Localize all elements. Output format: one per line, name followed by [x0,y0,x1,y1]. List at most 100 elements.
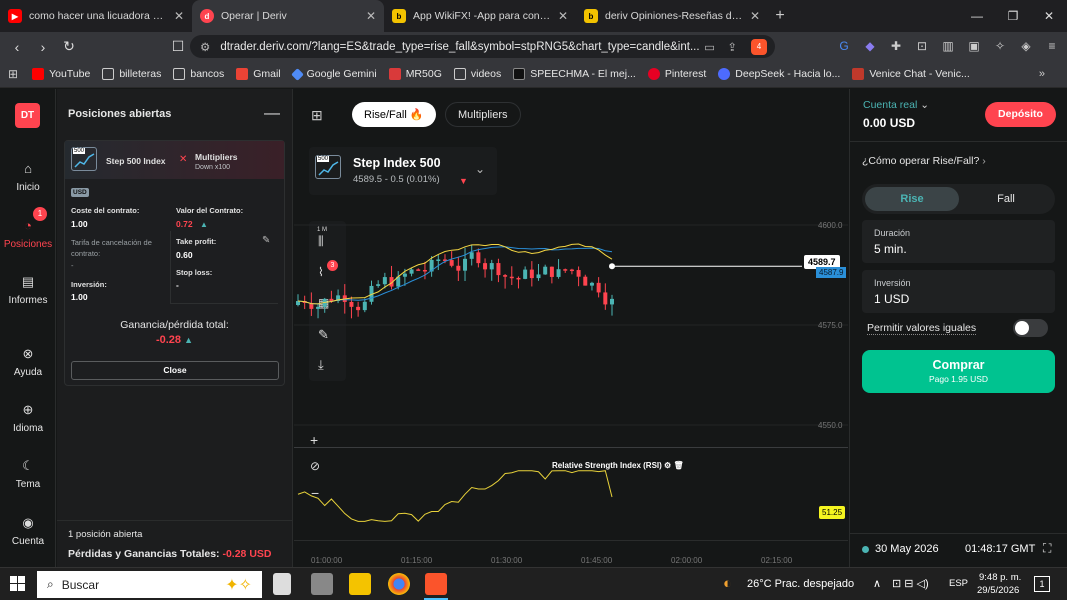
howto-link[interactable]: ¿Cómo operar Rise/Fall? › [862,155,986,167]
close-position-button[interactable]: Close [71,361,279,380]
tray-icons[interactable]: ⊡ ⊟ ◁) [892,577,929,590]
account-switcher[interactable]: Cuenta real ⌄ [863,99,929,111]
browser-tab-2[interactable]: d Operar | Deriv ✕ [192,0,384,32]
bookmark-bancos[interactable]: bancos [173,68,224,80]
clock-time[interactable]: 9:48 p. m. [979,572,1021,583]
forward-icon[interactable]: › [30,39,56,55]
collapse-panel-button[interactable]: — [264,105,280,123]
crosshair-icon[interactable]: ⊘ [310,459,320,473]
duration-field[interactable]: Duración 5 min. [862,220,1055,263]
leo-ai-icon[interactable]: ✧ [991,36,1009,56]
rsi-divider [294,447,848,448]
rsi-delete-icon[interactable]: 🗑 [673,461,683,470]
buy-button[interactable]: Comprar Pago 1.95 USD [862,350,1055,393]
zoom-out-icon[interactable]: − [311,485,319,501]
templates-icon[interactable]: ▦ [318,296,329,310]
nav-label: Idioma [12,423,43,434]
close-tab-icon[interactable]: ✕ [558,9,568,23]
cancel-fee-value: - [71,261,74,270]
browser-tab-3[interactable]: b App WikiFX! -App para consultar la r ✕ [384,0,576,32]
menu-icon[interactable]: ≡ [1043,36,1061,56]
rsi-settings-icon[interactable]: ⚙ [664,461,671,470]
vpn-icon[interactable]: ◈ [1017,36,1035,56]
symbol-selector[interactable]: 500 Step Index 500 4589.5 - 0.5 (0.01%) … [309,147,497,195]
language-indicator[interactable]: ESP [949,578,968,589]
bookmark-label: MR50G [405,68,442,80]
weather-text[interactable]: 26°C Prac. despejado [747,578,854,590]
bookmark-pinterest[interactable]: Pinterest [647,68,706,80]
nav-posiciones[interactable]: ◔ Posiciones 1 [0,207,56,250]
candle-body [436,259,441,261]
nav-ayuda[interactable]: ⊗ Ayuda [0,346,56,378]
apps-grid-icon[interactable]: ⊞ [8,67,18,81]
bookmark-billeteras[interactable]: billeteras [102,68,161,80]
puzzle-icon[interactable]: ✚ [887,36,905,56]
nav-inicio[interactable]: ⌂ Inicio [0,161,56,193]
drawing-tools-icon[interactable]: ✎ [318,327,329,343]
allow-equal-toggle[interactable] [1013,319,1048,337]
bookmark-speechma[interactable]: SPEECHMA - El mej... [513,68,636,80]
more-bookmarks-icon[interactable]: » [1039,68,1045,80]
bookmark-gmail[interactable]: Gmail [236,68,281,80]
clock-date[interactable]: 29/5/2026 [977,585,1019,596]
fall-option[interactable]: Fall [959,187,1053,211]
new-tab-button[interactable]: + [768,7,792,25]
edit-pencil-icon[interactable]: ✎ [262,235,270,246]
calculator-app-icon[interactable] [311,573,333,595]
bookmark-youtube[interactable]: YouTube [32,68,90,80]
close-tab-icon[interactable]: ✕ [750,9,760,23]
zoom-in-icon[interactable]: + [310,432,318,448]
nav-tema[interactable]: ☾ Tema [0,458,56,490]
bookmark-page-icon[interactable]: ☐ [165,38,191,55]
restore-icon[interactable]: ❐ [995,0,1031,32]
nav-informes[interactable]: ▤ Informes [0,274,56,306]
browser-tab-4[interactable]: b deriv Opiniones-Reseñas de Forex Br ✕ [576,0,768,32]
fullscreen-icon[interactable]: ⛶ [1043,541,1051,556]
address-bar[interactable]: ⚙ dtrader.deriv.com/?lang=ES&trade_type=… [190,35,775,58]
bookmark-videos[interactable]: videos [453,68,501,80]
deposit-button[interactable]: Depósito [985,102,1056,127]
extension-icon[interactable]: ◆ [861,36,879,56]
nav-idioma[interactable]: ⊕ Idioma [0,402,56,434]
windows-start-icon[interactable] [10,576,25,591]
candle-type-icon[interactable]: ⫼ [318,234,324,249]
cast-icon[interactable]: ▭ [704,40,715,54]
brave-icon[interactable] [425,573,447,595]
share-icon[interactable]: ⇪ [727,40,737,54]
reload-icon[interactable]: ↻ [56,38,82,55]
close-window-icon[interactable]: ✕ [1031,0,1067,32]
sticky-notes-icon[interactable] [349,573,371,595]
sidebar-icon[interactable]: ▥ [939,36,957,56]
file-app-icon[interactable] [273,573,291,595]
trade-types-grid-icon[interactable]: ⊞ [311,107,323,124]
browser-tab-1[interactable]: ▶ como hacer una licuadora casera - Yo ✕ [0,0,192,32]
translate-icon[interactable]: G [835,36,853,56]
deriv-trader-logo[interactable]: DT [15,103,40,128]
chrome-icon[interactable] [388,573,410,595]
bookmark-gemini[interactable]: Google Gemini [290,67,377,81]
tab-rise-fall[interactable]: Rise/Fall 🔥 [352,102,436,127]
brave-shield-icon[interactable]: 4 [751,38,767,55]
close-tab-icon[interactable]: ✕ [174,9,184,23]
investment-field[interactable]: Inversión 1 USD [862,270,1055,313]
screenshot-icon[interactable]: ⊡ [913,36,931,56]
tray-expand-icon[interactable]: ∧ [873,577,881,590]
bookmark-venice[interactable]: Venice Chat - Venic... [852,68,970,80]
site-info-icon[interactable]: ⚙ [200,40,210,54]
nav-cuenta[interactable]: ◉ Cuenta [0,515,56,547]
bookmark-deepseek[interactable]: DeepSeek - Hacia lo... [718,68,840,80]
position-card[interactable]: 500 Step 500 Index ✕ Multipliers Down x1… [64,140,285,386]
back-icon[interactable]: ‹ [4,39,30,55]
bookmark-label: SPEECHMA - El mej... [530,68,636,80]
taskbar-search[interactable]: ⌕ Buscar ✦✧ [37,571,262,598]
close-tab-icon[interactable]: ✕ [366,9,376,23]
wallet-icon[interactable]: ▣ [965,36,983,56]
rise-option[interactable]: Rise [865,187,959,211]
candle-body [603,292,608,305]
tab-multipliers[interactable]: Multipliers [445,102,521,127]
download-icon[interactable]: ⤓ [318,357,324,373]
minimize-icon[interactable]: — [959,0,995,32]
bookmark-mr50g[interactable]: MR50G [388,68,442,80]
notifications-icon[interactable]: 1 [1034,576,1050,592]
indicators-icon[interactable]: ⌇ [318,265,324,279]
